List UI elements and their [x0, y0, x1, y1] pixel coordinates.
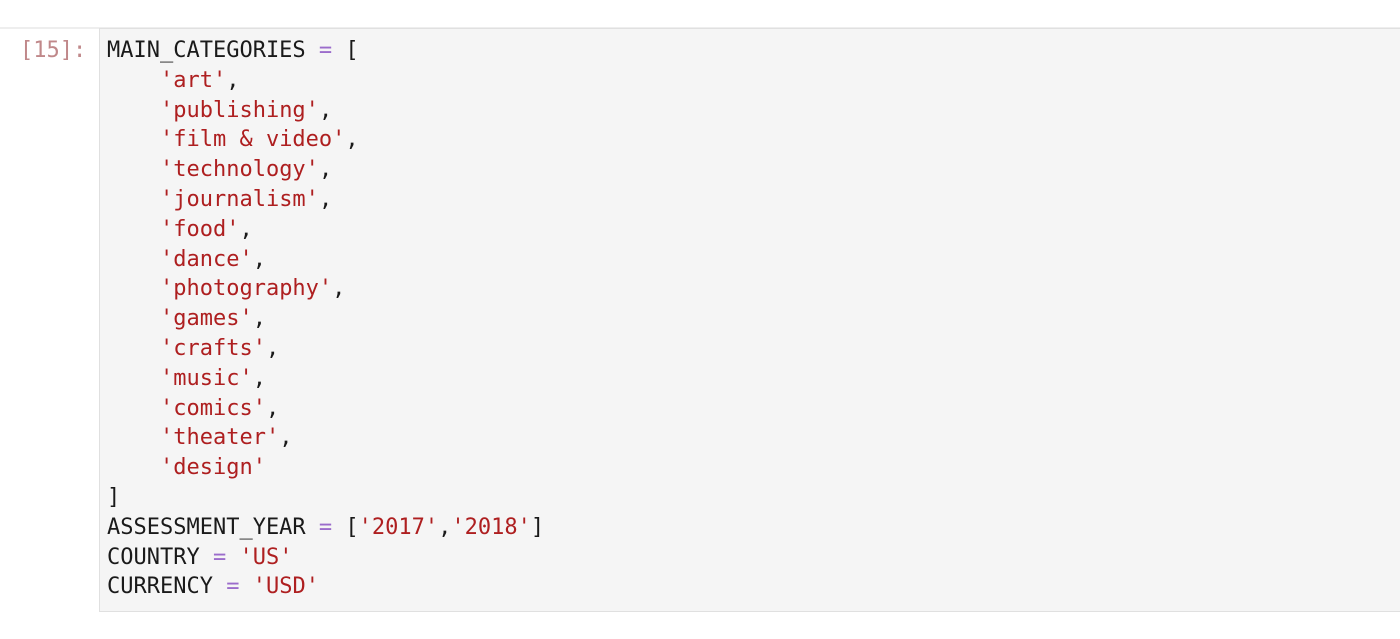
code-token: ,	[332, 276, 346, 302]
code-line: MAIN_CATEGORIES = [	[107, 36, 544, 66]
code-token: ]	[107, 484, 121, 510]
code-line: 'comics',	[107, 394, 544, 424]
code-token: ,	[265, 395, 280, 421]
code-line: 'film & video',	[107, 125, 544, 155]
code-token: ,	[252, 365, 266, 391]
operator-token: =	[318, 514, 333, 540]
code-line: 'publishing',	[107, 96, 544, 126]
code-token: ,	[252, 246, 266, 272]
execution-count-prompt: [15]:	[20, 38, 87, 63]
code-line: 'games',	[107, 304, 544, 334]
string-literal: 'dance'	[159, 246, 253, 272]
code-line: 'theater',	[107, 423, 544, 453]
operator-token: =	[212, 544, 227, 570]
code-line: COUNTRY = 'US'	[107, 543, 544, 573]
code-token: CURRENCY	[107, 574, 227, 600]
code-line: 'journalism',	[107, 185, 544, 215]
code-token: ,	[226, 67, 240, 93]
code-line: 'music',	[107, 364, 544, 394]
code-token: ,	[239, 216, 253, 242]
string-literal: 'music'	[159, 365, 253, 391]
code-token: ,	[265, 335, 280, 361]
code-line: 'photography',	[107, 274, 544, 304]
code-token: MAIN_CATEGORIES	[107, 38, 319, 63]
string-literal: 'technology'	[159, 157, 319, 183]
string-literal: 'USD'	[252, 574, 319, 600]
code-token: COUNTRY	[107, 544, 213, 570]
code-editor[interactable]: MAIN_CATEGORIES = [ 'art', 'publishing',…	[107, 36, 544, 602]
code-token: [	[332, 514, 359, 540]
string-literal: '2018'	[451, 514, 531, 540]
code-line: CURRENCY = 'USD'	[107, 572, 544, 602]
code-token: ,	[318, 97, 333, 123]
string-literal: 'games'	[159, 306, 253, 332]
string-literal: 'design'	[159, 455, 266, 481]
code-token: ,	[252, 306, 266, 332]
code-token: ,	[318, 157, 333, 183]
string-literal: 'publishing'	[159, 97, 319, 123]
string-literal: 'film & video'	[159, 127, 346, 153]
code-line: 'technology',	[107, 155, 544, 185]
string-literal: 'food'	[159, 216, 240, 242]
code-token: ,	[318, 186, 333, 212]
string-literal: 'art'	[159, 67, 227, 93]
code-line: 'dance',	[107, 245, 544, 275]
operator-token: =	[318, 38, 333, 63]
code-token: ,	[279, 425, 293, 451]
string-literal: 'comics'	[159, 395, 266, 421]
code-line: 'art',	[107, 66, 544, 96]
code-line: ]	[107, 483, 544, 513]
operator-token: =	[226, 574, 240, 600]
string-literal: 'journalism'	[159, 186, 319, 212]
code-line: ASSESSMENT_YEAR = ['2017','2018']	[107, 513, 544, 543]
code-token: ]	[530, 514, 545, 540]
string-literal: 'crafts'	[159, 335, 266, 361]
string-literal: '2017'	[358, 514, 439, 540]
string-literal: 'photography'	[159, 276, 333, 302]
code-line: 'crafts',	[107, 334, 544, 364]
code-line: 'food',	[107, 215, 544, 245]
code-token: ASSESSMENT_YEAR	[107, 514, 319, 540]
string-literal: 'US'	[239, 544, 293, 570]
code-token: [	[332, 38, 359, 63]
code-token: ,	[345, 127, 359, 153]
string-literal: 'theater'	[159, 425, 280, 451]
code-line: 'design'	[107, 453, 544, 483]
code-token: ,	[438, 514, 452, 540]
